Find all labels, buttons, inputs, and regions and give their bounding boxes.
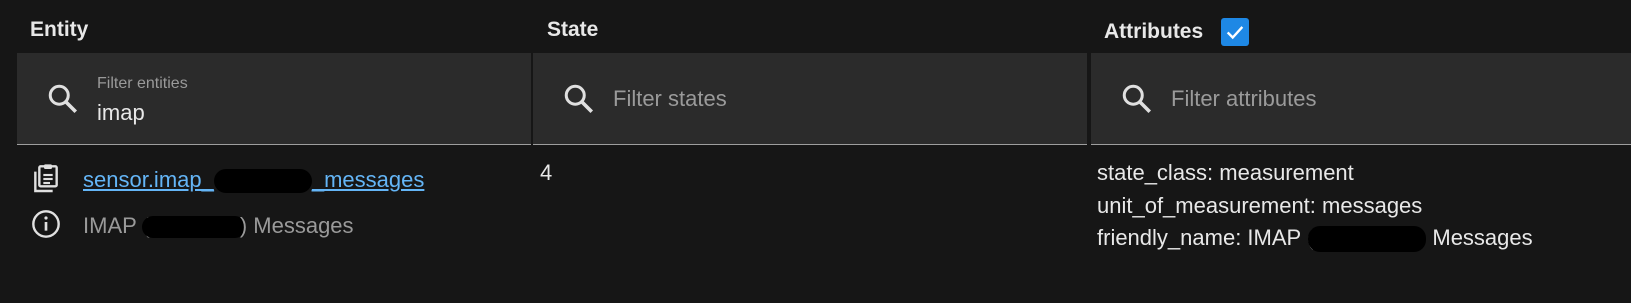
attributes-column-header: Attributes bbox=[1104, 20, 1204, 43]
attributes-column-header-wrap: Attributes bbox=[1104, 18, 1250, 46]
friendly-attr-prefix: friendly_name: IMAP ( bbox=[1097, 225, 1315, 250]
clipboard-icon[interactable] bbox=[30, 163, 62, 195]
filter-attributes-field[interactable]: Filter attributes bbox=[1091, 53, 1631, 145]
attributes-checkbox[interactable] bbox=[1221, 18, 1250, 46]
search-icon bbox=[48, 84, 78, 114]
attribute-unit-of-measurement: unit_of_measurement: messages bbox=[1097, 193, 1423, 218]
search-icon bbox=[1122, 84, 1152, 114]
friendly-name-suffix: ) Messages bbox=[239, 213, 354, 238]
attribute-state-class: state_class: measurement bbox=[1097, 160, 1354, 185]
entity-id-start: sensor.imap_ bbox=[83, 167, 214, 192]
redaction bbox=[141, 216, 246, 239]
info-icon[interactable] bbox=[30, 208, 62, 240]
search-icon bbox=[564, 84, 594, 114]
filter-entities-value[interactable]: imap bbox=[97, 100, 145, 126]
filter-attributes-placeholder: Filter attributes bbox=[1171, 86, 1317, 111]
checkmark-icon bbox=[1226, 26, 1244, 40]
friendly-attr-suffix: Messages bbox=[1426, 225, 1533, 250]
entity-friendly-name: IMAP ( ) Messages bbox=[83, 213, 354, 239]
redaction bbox=[1308, 226, 1427, 253]
filter-states-placeholder: Filter states bbox=[613, 86, 727, 111]
entity-state-value: 4 bbox=[540, 160, 553, 185]
entity-column-header: Entity bbox=[30, 18, 89, 41]
entity-id-end: _messages bbox=[311, 167, 425, 192]
attribute-friendly-name: friendly_name: IMAP ( Messages bbox=[1097, 225, 1533, 253]
filter-entities-field[interactable]: Filter entities imap bbox=[17, 53, 531, 145]
entity-id-link[interactable]: sensor.imap_ _messages bbox=[83, 167, 425, 194]
state-column-header: State bbox=[547, 18, 599, 41]
friendly-name-prefix: IMAP ( bbox=[83, 213, 150, 238]
filter-entities-label: Filter entities bbox=[97, 75, 188, 92]
filter-states-field[interactable]: Filter states bbox=[533, 53, 1087, 145]
redaction bbox=[213, 169, 312, 194]
